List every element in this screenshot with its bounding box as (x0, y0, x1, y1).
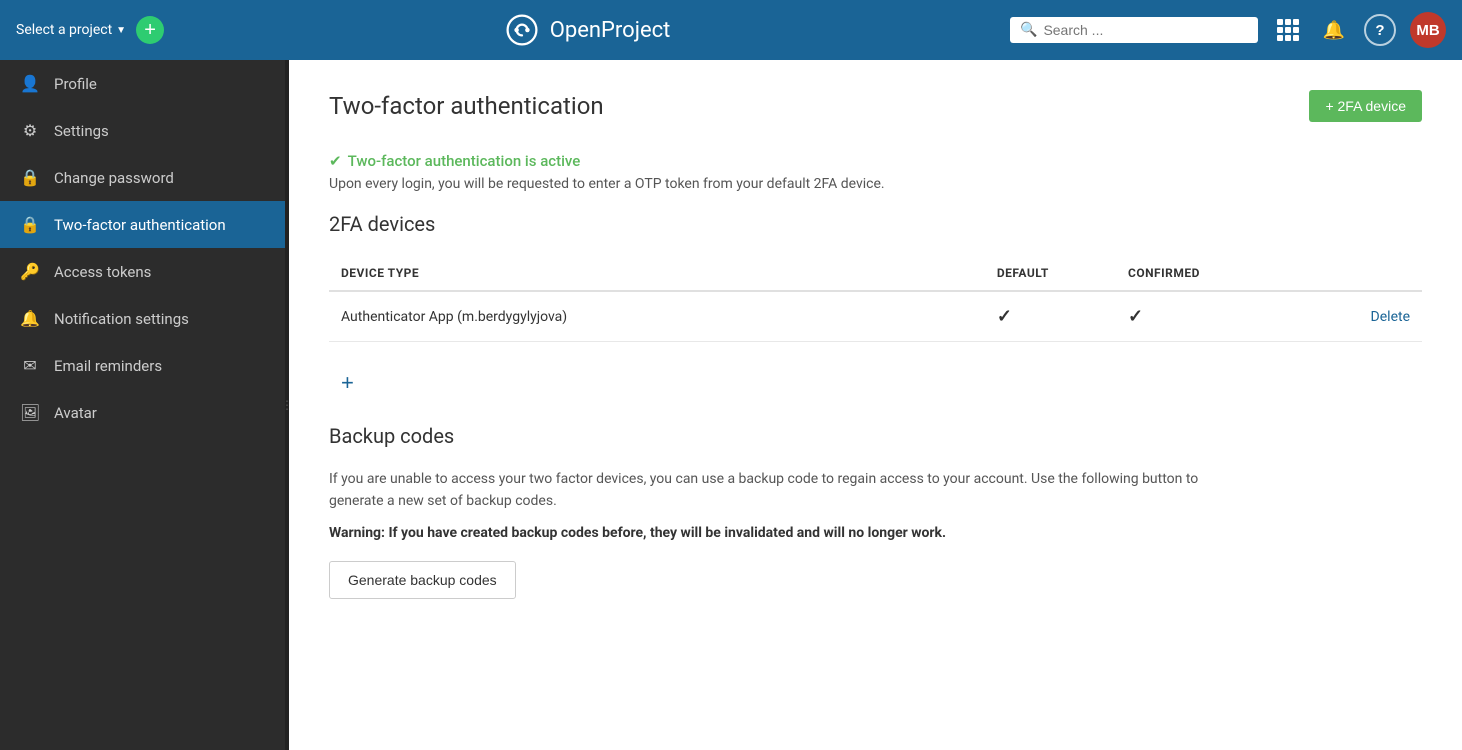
column-header-confirmed: CONFIRMED (1116, 256, 1280, 291)
backup-section: Backup codes If you are unable to access… (329, 424, 1422, 599)
device-default-check: ✓ (985, 291, 1116, 342)
main-content: Two-factor authentication + 2FA device ✔… (289, 60, 1462, 750)
lock-icon: 🔒 (20, 215, 40, 234)
device-name: Authenticator App (m.berdygylyjova) (329, 291, 985, 342)
table-row: Authenticator App (m.berdygylyjova) ✓ ✓ … (329, 291, 1422, 342)
table-header: DEVICE TYPE DEFAULT CONFIRMED (329, 256, 1422, 291)
sidebar-item-label: Change password (54, 169, 174, 187)
app-logo: OpenProject (504, 12, 671, 48)
devices-section-title: 2FA devices (329, 212, 1422, 236)
column-header-default: DEFAULT (985, 256, 1116, 291)
checkmark-icon: ✓ (997, 306, 1012, 327)
lock-icon: 🔒 (20, 168, 40, 187)
page-title: Two-factor authentication (329, 92, 604, 120)
add-2fa-device-button[interactable]: + 2FA device (1309, 90, 1422, 122)
navbar-right: 🔍 🔔 ? MB (1010, 12, 1446, 48)
sidebar-item-settings[interactable]: ⚙ Settings (0, 107, 289, 154)
sidebar-item-label: Settings (54, 122, 109, 140)
backup-warning: Warning: If you have created backup code… (329, 525, 1422, 541)
key-icon: 🔑 (20, 262, 40, 281)
table-body: Authenticator App (m.berdygylyjova) ✓ ✓ … (329, 291, 1422, 342)
grid-menu-button[interactable] (1272, 14, 1304, 46)
backup-description: If you are unable to access your two fac… (329, 468, 1229, 513)
image-icon: 🖼 (20, 403, 40, 422)
sidebar-item-change-password[interactable]: 🔒 Change password (0, 154, 289, 201)
device-action: Delete (1280, 291, 1422, 342)
main-layout: 👤 Profile ⚙ Settings 🔒 Change password 🔒… (0, 60, 1462, 750)
search-icon: 🔍 (1020, 22, 1037, 38)
add-device-row-button[interactable]: + (329, 362, 366, 404)
chevron-down-icon: ▼ (116, 25, 126, 36)
status-active-label: Two-factor authentication is active (348, 152, 581, 170)
column-header-action (1280, 256, 1422, 291)
search-box[interactable]: 🔍 (1010, 17, 1258, 43)
devices-table: DEVICE TYPE DEFAULT CONFIRMED Authentica… (329, 256, 1422, 342)
sidebar-item-access-tokens[interactable]: 🔑 Access tokens (0, 248, 289, 295)
search-input[interactable] (1043, 22, 1248, 38)
sidebar-item-label: Access tokens (54, 263, 151, 281)
add-project-button[interactable]: + (136, 16, 164, 44)
sidebar: 👤 Profile ⚙ Settings 🔒 Change password 🔒… (0, 60, 289, 750)
logo-text: OpenProject (550, 18, 671, 43)
delete-device-link[interactable]: Delete (1371, 309, 1410, 325)
page-header: Two-factor authentication + 2FA device (329, 90, 1422, 122)
sidebar-item-label: Two-factor authentication (54, 216, 226, 234)
checkmark-icon: ✔ (329, 152, 342, 170)
user-avatar-button[interactable]: MB (1410, 12, 1446, 48)
bell-icon: 🔔 (20, 309, 40, 328)
navbar-center: OpenProject (176, 12, 998, 48)
sidebar-item-email-reminders[interactable]: ✉ Email reminders (0, 342, 289, 389)
sidebar-item-profile[interactable]: 👤 Profile (0, 60, 289, 107)
sidebar-item-label: Avatar (54, 404, 97, 422)
status-active-indicator: ✔ Two-factor authentication is active (329, 152, 1422, 170)
checkmark-icon: ✓ (1128, 306, 1143, 327)
grid-icon (1277, 19, 1299, 41)
generate-backup-codes-button[interactable]: Generate backup codes (329, 561, 516, 599)
logo-icon (504, 12, 540, 48)
select-project-label: Select a project (16, 22, 112, 38)
sidebar-item-label: Email reminders (54, 357, 162, 375)
status-banner: ✔ Two-factor authentication is active Up… (329, 152, 1422, 192)
sidebar-item-label: Profile (54, 75, 97, 93)
sidebar-item-avatar[interactable]: 🖼 Avatar (0, 389, 289, 436)
column-header-device-type: DEVICE TYPE (329, 256, 985, 291)
sidebar-item-notification-settings[interactable]: 🔔 Notification settings (0, 295, 289, 342)
status-description: Upon every login, you will be requested … (329, 176, 1422, 192)
sidebar-item-two-factor-auth[interactable]: 🔒 Two-factor authentication (0, 201, 289, 248)
navbar-left: Select a project ▼ + (16, 16, 164, 44)
email-icon: ✉ (20, 356, 40, 375)
gear-icon: ⚙ (20, 121, 40, 140)
bell-icon: 🔔 (1323, 20, 1345, 41)
select-project-dropdown[interactable]: Select a project ▼ (16, 22, 126, 38)
sidebar-item-label: Notification settings (54, 310, 189, 328)
notifications-button[interactable]: 🔔 (1318, 14, 1350, 46)
user-icon: 👤 (20, 74, 40, 93)
device-confirmed-check: ✓ (1116, 291, 1280, 342)
backup-section-title: Backup codes (329, 424, 1422, 448)
help-button[interactable]: ? (1364, 14, 1396, 46)
top-navbar: Select a project ▼ + OpenProject 🔍 (0, 0, 1462, 60)
